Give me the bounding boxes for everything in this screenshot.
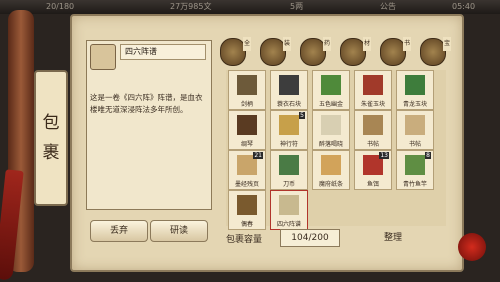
inventory-side-tab[interactable]: 包裹 bbox=[34, 70, 68, 206]
item-slot[interactable]: 四六阵谱 bbox=[270, 190, 308, 230]
time-display: 05:40 bbox=[452, 2, 476, 11]
item-name: 青竹鱼竿 bbox=[402, 181, 427, 188]
category-tag: 材 bbox=[363, 37, 371, 51]
item-name: 四六阵谱 bbox=[276, 221, 301, 228]
item-name: 鱼饵 bbox=[366, 181, 379, 188]
bag-count: 20/180 bbox=[46, 2, 75, 11]
scroll-icon bbox=[90, 44, 116, 70]
item-slot[interactable]: 蓑衣石块 bbox=[270, 70, 308, 110]
item-slot[interactable]: 13 鱼饵 bbox=[354, 150, 392, 190]
category-tag: 装 bbox=[283, 37, 291, 51]
item-name: 绸琴 bbox=[240, 141, 253, 148]
paper-icon bbox=[321, 115, 341, 135]
item-name: 剑柄 bbox=[240, 101, 253, 108]
item-name: 偶春 bbox=[240, 221, 253, 228]
category-medicine-tab[interactable]: 药 bbox=[300, 37, 331, 66]
item-name: 朱雀玉块 bbox=[360, 101, 385, 108]
category-tag: 全 bbox=[243, 37, 251, 51]
category-equipment-tab[interactable]: 装 bbox=[260, 37, 291, 66]
item-slot[interactable]: 5 神行符 bbox=[270, 110, 308, 150]
money-display: 27万985文 bbox=[170, 2, 212, 11]
item-slot[interactable]: 五色幽金 bbox=[312, 70, 350, 110]
item-name: 书帖 bbox=[366, 141, 379, 148]
category-tag: 宝 bbox=[443, 37, 451, 51]
item-name: 青龙玉块 bbox=[402, 101, 427, 108]
coin-icon bbox=[279, 155, 299, 175]
item-slot[interactable]: 书帖 bbox=[396, 110, 434, 150]
scroll-icon bbox=[279, 195, 299, 215]
study-button[interactable]: 研读 bbox=[150, 220, 208, 242]
jade-red-icon bbox=[363, 75, 383, 95]
brush-icon bbox=[237, 195, 257, 215]
notice-button[interactable]: 公告 bbox=[380, 0, 396, 14]
hilt-icon bbox=[237, 75, 257, 95]
item-name: 蓑衣石块 bbox=[276, 101, 301, 108]
category-tabs: 全 装 药 材 书 宝 bbox=[214, 37, 451, 68]
item-grid: 剑柄 蓑衣石块 五色幽金 朱雀玉块 青龙玉块 绸琴 5 神行符 醉落喝晓 书帖 … bbox=[226, 70, 446, 230]
item-slot[interactable]: 朱雀玉块 bbox=[354, 70, 392, 110]
category-material-tab[interactable]: 材 bbox=[340, 37, 371, 66]
category-tag: 书 bbox=[403, 37, 411, 51]
book-icon bbox=[405, 115, 425, 135]
lute-icon bbox=[237, 115, 257, 135]
item-slot[interactable]: 绸琴 bbox=[228, 110, 266, 150]
category-all-tab[interactable]: 全 bbox=[220, 37, 251, 66]
item-count: 5 bbox=[299, 112, 305, 119]
talisman-icon bbox=[279, 115, 299, 135]
item-slot[interactable]: 8 青竹鱼竿 bbox=[396, 150, 434, 190]
item-count: 8 bbox=[425, 152, 431, 159]
item-slot[interactable]: 青龙玉块 bbox=[396, 70, 434, 110]
book-icon bbox=[363, 115, 383, 135]
gold-icon bbox=[321, 75, 341, 95]
detail-item-name: 四六阵谱 bbox=[120, 44, 206, 60]
item-count: 21 bbox=[253, 152, 263, 159]
item-slot[interactable]: 剑柄 bbox=[228, 70, 266, 110]
detail-item-desc: 这是一卷《四六阵》阵谱，是血衣楼唯无道深浸阵法多年所创。 bbox=[90, 93, 203, 114]
fishing-rod-icon bbox=[405, 155, 425, 175]
item-name: 墨经残页 bbox=[234, 181, 259, 188]
item-slot[interactable]: 21 墨经残页 bbox=[228, 150, 266, 190]
discard-button[interactable]: 丢弃 bbox=[90, 220, 148, 242]
category-treasure-tab[interactable]: 宝 bbox=[420, 37, 451, 66]
item-slot[interactable]: 书帖 bbox=[354, 110, 392, 150]
item-name: 五色幽金 bbox=[318, 101, 343, 108]
stone-icon bbox=[279, 75, 299, 95]
capacity-value: 104/200 bbox=[280, 229, 340, 247]
category-book-tab[interactable]: 书 bbox=[380, 37, 411, 66]
item-name: 魔府纸条 bbox=[318, 181, 343, 188]
item-name: 书帖 bbox=[408, 141, 421, 148]
jade-green-icon bbox=[405, 75, 425, 95]
item-name: 刀币 bbox=[282, 181, 295, 188]
capacity-label: 包裹容量 bbox=[226, 235, 263, 245]
note-icon bbox=[321, 155, 341, 175]
energy-display: 5两 bbox=[290, 2, 304, 11]
item-slot[interactable]: 魔府纸条 bbox=[312, 150, 350, 190]
item-name: 醉落喝晓 bbox=[318, 141, 343, 148]
item-count: 13 bbox=[379, 152, 389, 159]
side-tab-label: 包裹 bbox=[42, 113, 60, 163]
item-slot[interactable]: 醉落喝晓 bbox=[312, 110, 350, 150]
corner-badge bbox=[458, 233, 486, 261]
item-slot[interactable]: 偶春 bbox=[228, 190, 266, 230]
item-name: 神行符 bbox=[279, 141, 298, 148]
category-tag: 药 bbox=[323, 37, 331, 51]
sort-button[interactable]: 整理 bbox=[384, 231, 424, 245]
item-slot[interactable]: 刀币 bbox=[270, 150, 308, 190]
top-status-bar: 20/180 27万985文 5两 公告 05:40 bbox=[0, 0, 500, 14]
